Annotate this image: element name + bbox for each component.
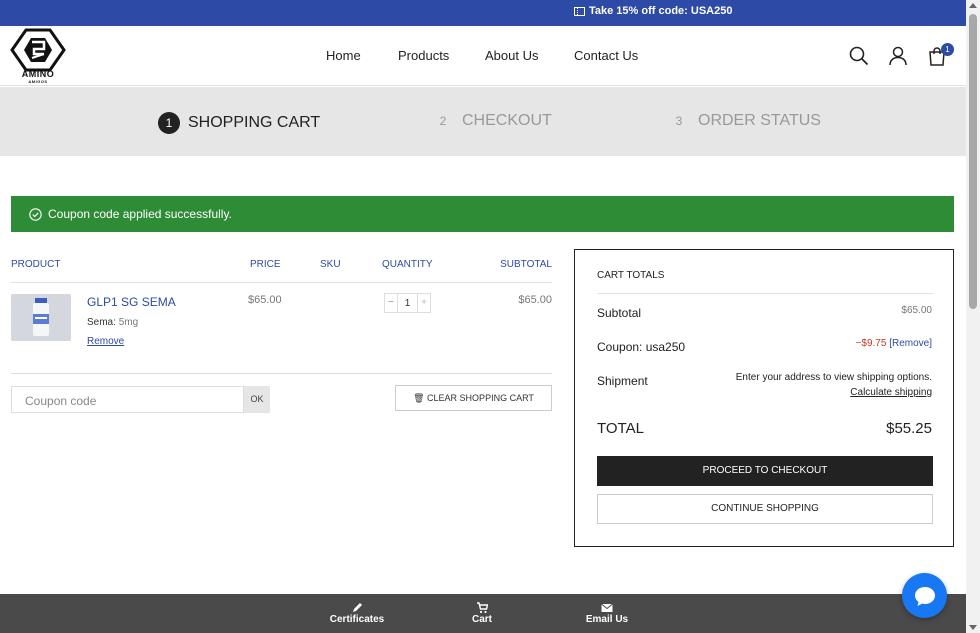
alert-text: Coupon code applied successfully. bbox=[48, 207, 232, 221]
totals-divider bbox=[597, 293, 933, 294]
email-us-label: Email Us bbox=[585, 614, 629, 625]
header-subtotal: SUBTOTAL bbox=[500, 259, 552, 270]
logo-brand-name: AMINO bbox=[21, 69, 55, 79]
calculate-shipping-link[interactable]: Calculate shipping bbox=[850, 387, 932, 398]
logo-brand-sub: AMIGOS bbox=[28, 79, 48, 84]
shopping-cart-icon bbox=[477, 602, 488, 614]
search-icon[interactable] bbox=[849, 46, 869, 71]
page-scrollbar[interactable] bbox=[966, 0, 980, 633]
promo-content: Take 15% off code: USA250 bbox=[574, 5, 732, 17]
account-icon[interactable] bbox=[888, 46, 908, 71]
cart-label: Cart bbox=[471, 614, 492, 625]
header-product: PRODUCT bbox=[11, 259, 61, 270]
scroll-down-arrow[interactable] bbox=[969, 625, 977, 630]
scrollbar-thumb[interactable] bbox=[969, 14, 977, 309]
total-label: TOTAL bbox=[597, 420, 644, 437]
step-number: 1 bbox=[158, 112, 180, 134]
email-us-button[interactable]: Email Us bbox=[567, 602, 647, 625]
trash-icon: 🗑 bbox=[413, 393, 425, 403]
subtotal-label: Subtotal bbox=[597, 306, 642, 320]
proceed-to-checkout-button[interactable]: PROCEED TO CHECKOUT bbox=[597, 456, 933, 486]
remove-item-link[interactable]: Remove bbox=[87, 336, 124, 347]
qty-input[interactable]: 1 bbox=[398, 298, 417, 309]
product-name-link[interactable]: GLP1 SG SEMA bbox=[87, 295, 176, 309]
bottom-action-bar: Certificates Cart Email Us bbox=[0, 594, 966, 633]
step-number: 2 bbox=[439, 114, 447, 128]
item-subtotal: $65.00 bbox=[518, 294, 552, 306]
promo-bar: Take 15% off code: USA250 bbox=[0, 0, 966, 26]
nav-contact-us[interactable]: Contact Us bbox=[574, 48, 638, 63]
qty-increase-button[interactable]: + bbox=[417, 294, 430, 312]
total-value: $55.25 bbox=[886, 420, 932, 437]
brand-logo[interactable]: AMINO AMIGOS bbox=[10, 28, 66, 84]
step-label: CHECKOUT bbox=[462, 112, 552, 129]
shipping-info: Enter your address to view shipping opti… bbox=[735, 372, 932, 383]
certificates-button[interactable]: Certificates bbox=[317, 602, 397, 625]
coupon-label: Coupon: usa250 bbox=[597, 340, 686, 354]
item-price: $65.00 bbox=[248, 294, 282, 306]
nav-home[interactable]: Home bbox=[326, 48, 361, 63]
qty-decrease-button[interactable]: − bbox=[385, 294, 398, 312]
row-divider bbox=[11, 373, 552, 374]
remove-coupon-link[interactable]: [Remove] bbox=[889, 338, 932, 349]
quantity-stepper: − 1 + bbox=[384, 293, 431, 313]
logo-mark bbox=[10, 28, 66, 72]
continue-shopping-button[interactable]: CONTINUE SHOPPING bbox=[597, 494, 933, 524]
totals-title: CART TOTALS bbox=[597, 270, 665, 281]
step-number: 3 bbox=[675, 114, 683, 128]
coupon-code-input[interactable]: Coupon code bbox=[11, 386, 244, 413]
shipment-label: Shipment bbox=[597, 374, 648, 388]
header-sku: SKU bbox=[320, 259, 341, 270]
step-order-status[interactable]: 3 ORDER STATUS bbox=[668, 112, 821, 130]
product-thumbnail[interactable] bbox=[11, 294, 71, 341]
apply-coupon-button[interactable]: OK bbox=[244, 386, 270, 413]
step-checkout[interactable]: 2 CHECKOUT bbox=[432, 112, 552, 130]
nav-products[interactable]: Products bbox=[398, 48, 449, 63]
variation-label: Sema: bbox=[87, 317, 116, 328]
step-label: ORDER STATUS bbox=[698, 112, 821, 129]
certificates-label: Certificates bbox=[329, 614, 385, 625]
check-circle-icon bbox=[29, 207, 42, 221]
header-quantity: QUANTITY bbox=[382, 259, 433, 270]
step-shopping-cart[interactable]: 1 SHOPPING CART bbox=[158, 112, 320, 134]
pencil-icon bbox=[353, 603, 362, 612]
variation-value: 5mg bbox=[118, 317, 139, 328]
coupon-success-alert: Coupon code applied successfully. bbox=[11, 196, 954, 232]
subtotal-value: $65.00 bbox=[901, 305, 932, 316]
step-label: SHOPPING CART bbox=[188, 114, 321, 131]
product-variation: Sema: 5mg bbox=[87, 317, 138, 328]
scroll-up-arrow[interactable] bbox=[969, 3, 977, 8]
clear-cart-label: CLEAR SHOPPING CART bbox=[427, 393, 534, 403]
envelope-icon bbox=[601, 603, 613, 612]
ticket-icon bbox=[574, 6, 585, 16]
cart-count-badge: 1 bbox=[941, 43, 954, 56]
checkout-steps: 1 SHOPPING CART 2 CHECKOUT 3 ORDER STATU… bbox=[0, 87, 966, 156]
clear-cart-button[interactable]: 🗑 CLEAR SHOPPING CART bbox=[395, 385, 552, 411]
nav-about-us[interactable]: About Us bbox=[485, 48, 538, 63]
header-divider bbox=[11, 282, 552, 283]
promo-text: Take 15% off code: USA250 bbox=[589, 5, 733, 17]
chat-widget-button[interactable] bbox=[902, 573, 947, 618]
chat-bubble-icon bbox=[914, 586, 935, 606]
cart-button[interactable]: Cart bbox=[442, 602, 522, 625]
coupon-discount: −$9.75 [Remove] bbox=[856, 338, 932, 349]
cart-totals-panel: CART TOTALS Subtotal $65.00 Coupon: usa2… bbox=[574, 249, 954, 547]
header-price: PRICE bbox=[250, 259, 281, 270]
site-header: AMINO AMIGOS Home Products About Us Cont… bbox=[0, 26, 966, 86]
coupon-discount-value: −$9.75 bbox=[855, 338, 887, 349]
